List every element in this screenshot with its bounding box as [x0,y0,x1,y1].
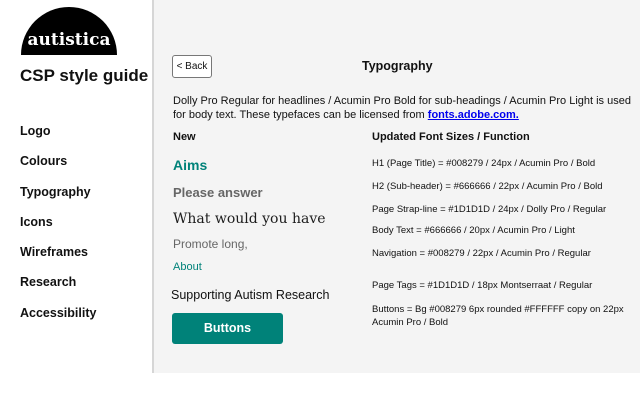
sidebar-item-logo[interactable]: Logo [20,124,96,154]
sample-body-text: Promote long, [173,237,248,251]
fonts-adobe-link[interactable]: fonts.adobe.com. [428,109,519,121]
sidebar: autistica CSP style guide Logo Colours T… [0,0,154,373]
page-title: Typography [362,59,433,73]
logo-text: autistica [27,30,111,50]
sample-navigation-link[interactable]: About [173,261,202,273]
intro-paragraph: Dolly Pro Regular for headlines / Acumin… [173,94,633,122]
main-content: < Back Typography Dolly Pro Regular for … [154,0,640,373]
sidebar-nav: Logo Colours Typography Icons Wireframes… [20,124,96,336]
sidebar-item-wireframes[interactable]: Wireframes [20,245,96,275]
sample-strapline: What would you have [173,211,326,227]
sidebar-item-research[interactable]: Research [20,275,96,305]
sample-h2: Please answer [173,185,263,200]
sample-h1: Aims [173,157,208,173]
sample-button[interactable]: Buttons [172,313,283,344]
spec-h2: H2 (Sub-header) = #666666 / 22px / Acumi… [372,181,603,192]
back-button[interactable]: < Back [172,55,212,78]
spec-buttons: Buttons = Bg #008279 6px rounded #FFFFFF… [372,304,624,328]
spec-h1: H1 (Page Title) = #008279 / 24px / Acumi… [372,158,596,169]
sidebar-item-colours[interactable]: Colours [20,154,96,184]
specs-column-heading: Updated Font Sizes / Function [372,131,530,143]
spec-page-tags: Page Tags = #1D1D1D / 18px Montserraat /… [372,280,593,291]
sidebar-item-accessibility[interactable]: Accessibility [20,306,96,336]
sample-page-tag: Supporting Autism Research [171,288,330,302]
spec-strapline: Page Strap-line = #1D1D1D / 24px / Dolly… [372,204,607,215]
sidebar-item-icons[interactable]: Icons [20,215,96,245]
autistica-logo[interactable]: autistica [21,7,117,55]
sidebar-item-typography[interactable]: Typography [20,185,96,215]
new-column-heading: New [173,131,196,143]
site-title: CSP style guide [20,66,149,85]
spec-navigation: Navigation = #008279 / 22px / Acumin Pro… [372,248,591,259]
intro-text: Dolly Pro Regular for headlines / Acumin… [173,95,631,121]
spec-body-text: Body Text = #666666 / 20px / Acumin Pro … [372,225,575,236]
